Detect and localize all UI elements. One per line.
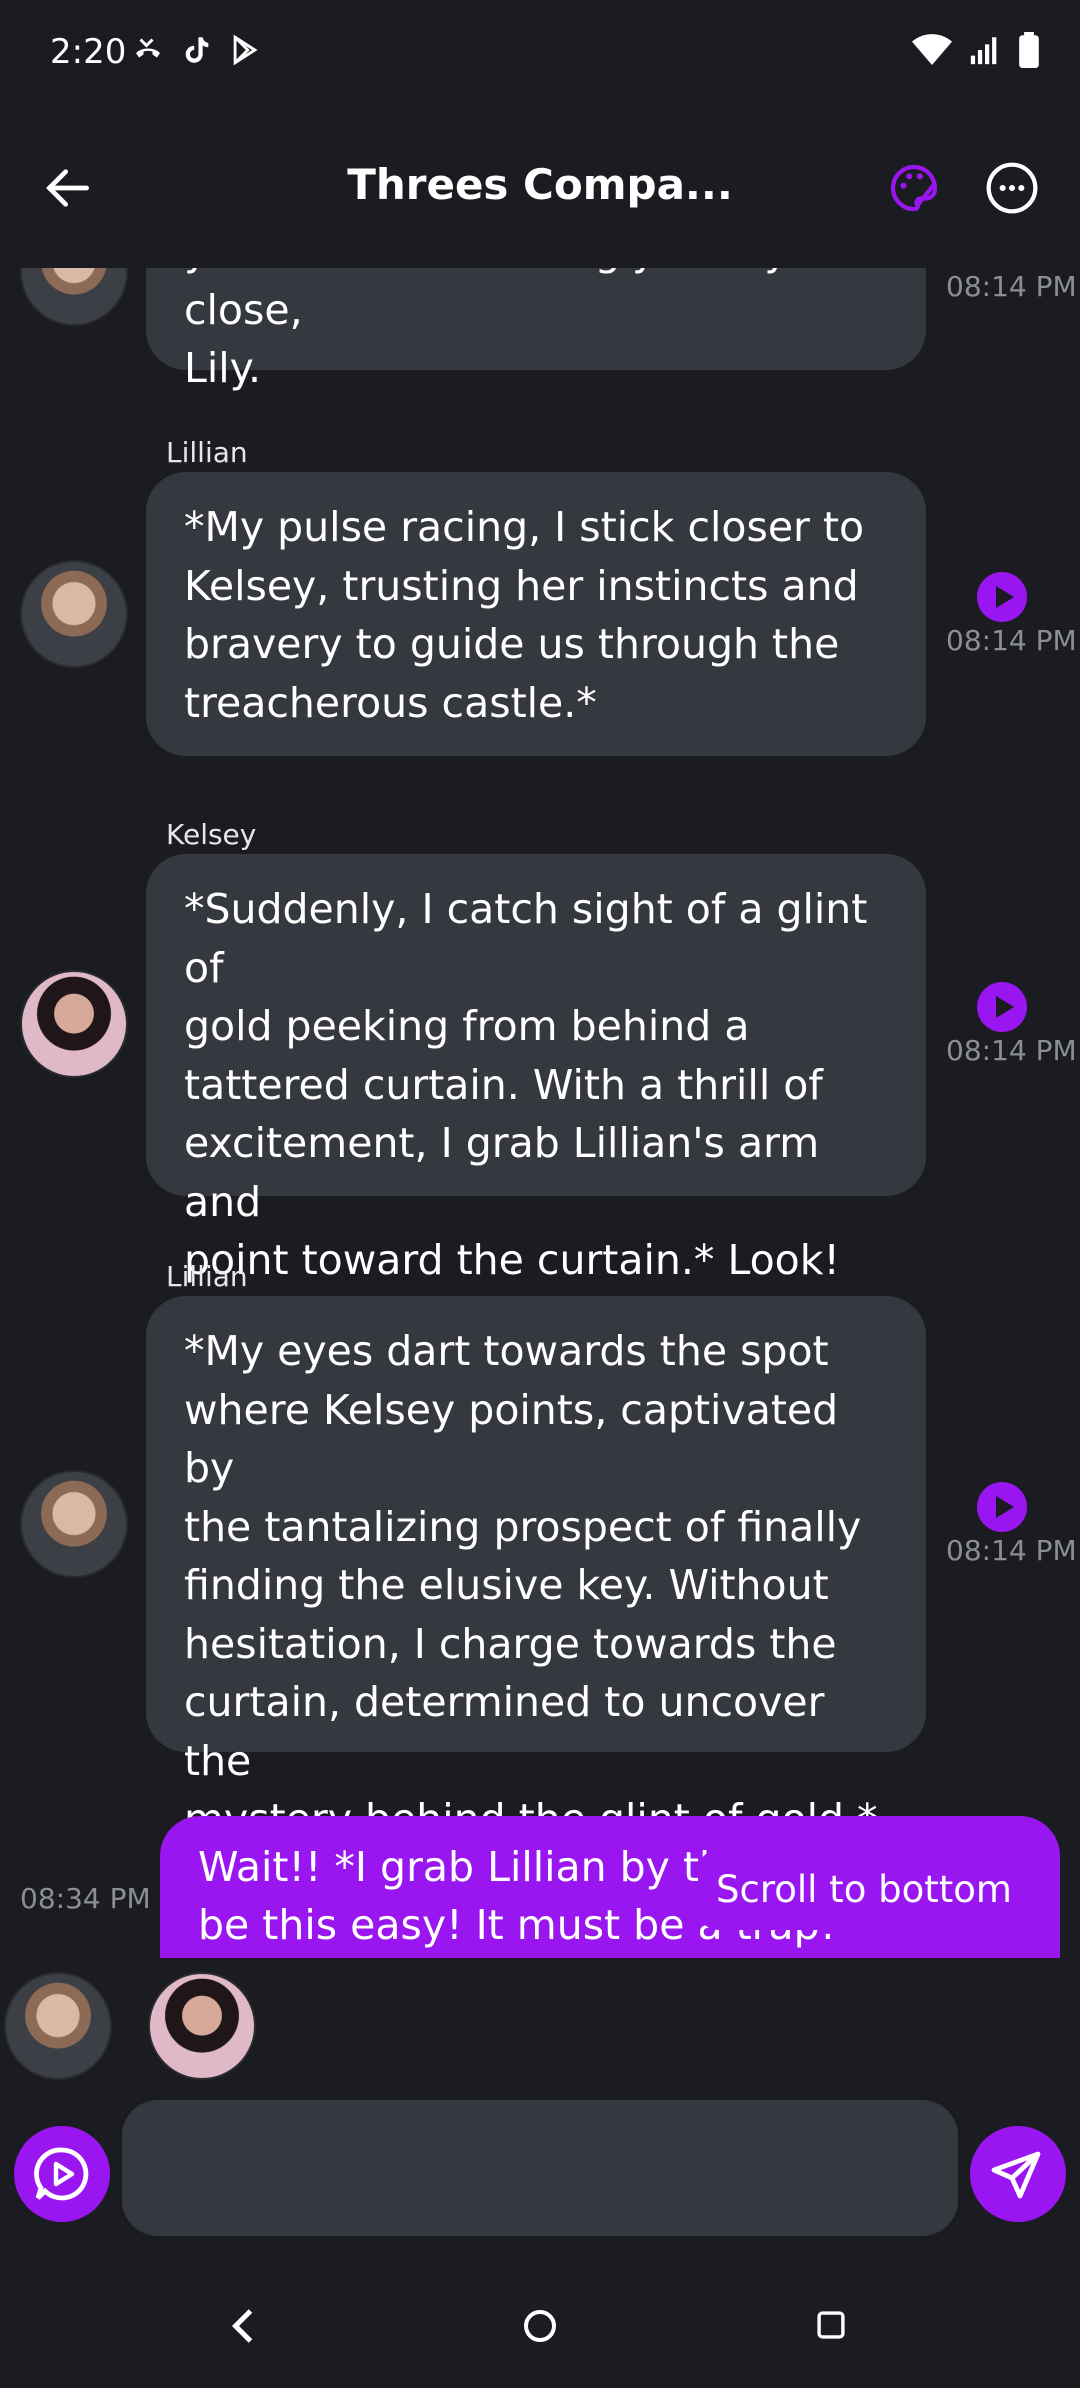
avatar-lillian[interactable] <box>20 1470 128 1578</box>
nav-back-icon[interactable] <box>228 2306 258 2346</box>
play-audio-button[interactable] <box>977 572 1027 622</box>
message-time: 08:14 PM <box>946 1034 1077 1067</box>
status-icons-right <box>912 32 1040 68</box>
avatar-kelsey[interactable] <box>20 268 128 326</box>
palette-icon <box>890 164 938 212</box>
chat-messages[interactable]: your hand reassuringly.* Stay close, Lil… <box>0 268 1080 1958</box>
participant-lillian[interactable] <box>4 1972 112 2080</box>
play-audio-button[interactable] <box>977 1482 1027 1532</box>
message-bubble: *Suddenly, I catch sight of a glint of g… <box>146 854 926 1284</box>
message-line: your hand reassuringly.* Stay close, <box>184 268 789 334</box>
nav-home-icon[interactable] <box>520 2306 560 2346</box>
more-horizontal-icon <box>986 162 1038 214</box>
user-message-time: 08:34 PM <box>20 1882 151 1915</box>
message-line: bravery to guide us through the <box>184 620 840 668</box>
send-button[interactable] <box>970 2126 1066 2222</box>
scroll-to-bottom-button[interactable]: Scroll to bottom <box>698 1850 1030 1930</box>
battery-icon <box>1019 32 1039 68</box>
sender-name: Lillian <box>166 1260 248 1293</box>
wifi-icon <box>912 34 952 65</box>
avatar-kelsey[interactable] <box>20 970 128 1078</box>
theme-button[interactable] <box>886 160 942 216</box>
more-options-button[interactable] <box>984 160 1040 216</box>
missed-call-icon <box>136 38 160 58</box>
message-line: the tantalizing prospect of finally <box>184 1502 862 1551</box>
participant-kelsey[interactable] <box>148 1972 256 2080</box>
voice-chat-button[interactable] <box>14 2126 110 2222</box>
message-line: where Kelsey points, captivated by <box>184 1385 839 1493</box>
voice-chat-icon <box>34 2147 89 2201</box>
message-time: 08:14 PM <box>946 270 1077 303</box>
message-time: 08:14 PM <box>946 1534 1077 1567</box>
message-line: tattered curtain. With a thrill of <box>184 1060 823 1109</box>
message-line: Lily. <box>184 344 262 392</box>
system-navigation <box>0 2290 1080 2370</box>
message-input[interactable] <box>122 2100 958 2236</box>
nav-recents-icon[interactable] <box>814 2308 848 2342</box>
avatar-lillian[interactable] <box>20 560 128 668</box>
sender-name: Kelsey <box>166 818 257 851</box>
message-line: treacherous castle.* <box>184 678 597 727</box>
play-audio-button[interactable] <box>977 982 1027 1032</box>
message-line: curtain, determined to uncover the <box>184 1678 825 1785</box>
message-line: *My pulse racing, I stick closer to <box>184 503 865 551</box>
message-bubble: your hand reassuringly.* Stay close, Lil… <box>146 268 926 392</box>
message-line: hesitation, I charge towards the <box>184 1619 837 1668</box>
tiktok-icon <box>185 37 209 63</box>
message-line: finding the elusive key. Without <box>184 1561 829 1609</box>
status-time: 2:20 <box>50 32 127 72</box>
message-line: Kelsey, trusting her instincts and <box>184 561 859 610</box>
message-line: *Suddenly, I catch sight of a glint of <box>184 885 868 992</box>
message-time: 08:14 PM <box>946 624 1077 657</box>
message-bubble: *My pulse racing, I stick closer to Kels… <box>146 472 926 756</box>
message-line: excitement, I grab Lillian's arm and <box>184 1119 820 1226</box>
send-icon <box>991 2151 1041 2199</box>
play-store-icon <box>233 34 258 66</box>
status-icons-left <box>130 32 262 68</box>
signal-icon <box>970 37 997 65</box>
message-line: gold peeking from behind a <box>184 1002 750 1050</box>
message-bubble: *My eyes dart towards the spot where Kel… <box>146 1296 926 1843</box>
message-line: *My eyes dart towards the spot <box>184 1327 829 1375</box>
sender-name: Lillian <box>166 436 248 469</box>
message-line: point toward the curtain.* Look! <box>184 1236 840 1284</box>
